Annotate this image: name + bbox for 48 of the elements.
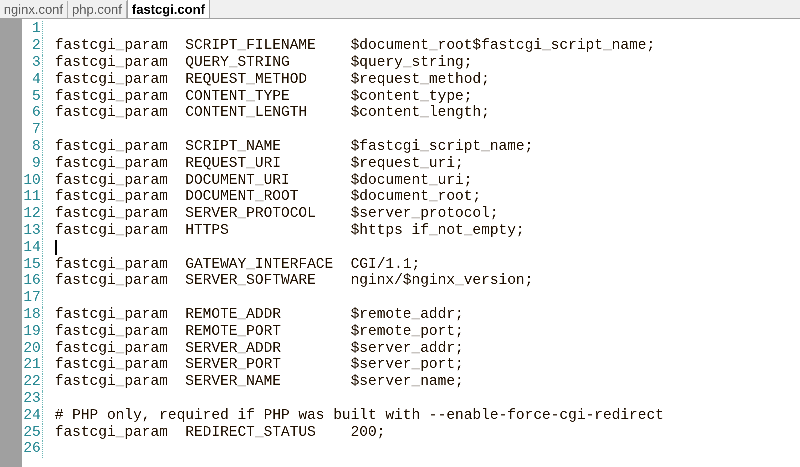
code-line: fastcgi_param REDIRECT_STATUS 200;	[55, 424, 386, 441]
line-number: 2	[31, 38, 41, 54]
code-line: fastcgi_param REQUEST_URI $request_uri;	[55, 156, 464, 172]
line-number: 4	[31, 72, 41, 88]
line-number: 20	[22, 340, 41, 357]
line-number: 15	[22, 256, 41, 273]
line-number: 21	[22, 357, 41, 374]
code-line: fastcgi_param GATEWAY_INTERFACE CGI/1.1;	[55, 256, 420, 273]
line-number: 6	[31, 105, 41, 122]
code-line: fastcgi_param CONTENT_TYPE $content_type;	[55, 88, 473, 105]
file-tab[interactable]: nginx.conf	[0, 1, 68, 18]
code-line: fastcgi_param SCRIPT_NAME $fastcgi_script_name;	[55, 138, 534, 155]
line-number: 13	[22, 222, 41, 239]
code-line: fastcgi_param CONTENT_LENGTH $content_length;	[55, 105, 490, 122]
line-number: 17	[22, 290, 41, 306]
code-line: fastcgi_param SERVER_ADDR $server_addr;	[55, 340, 464, 357]
line-number: 1	[31, 21, 41, 38]
line-number: 16	[22, 273, 41, 290]
code-line: fastcgi_param REMOTE_ADDR $remote_addr;	[55, 306, 464, 323]
line-number: 3	[31, 54, 41, 71]
line-number: 8	[31, 138, 41, 155]
line-number: 9	[31, 156, 41, 172]
line-number: 18	[22, 306, 41, 323]
line-number: 7	[31, 122, 41, 138]
line-number: 5	[31, 88, 41, 105]
code-line: fastcgi_param REMOTE_PORT $remote_port;	[55, 324, 464, 340]
line-number: 10	[22, 172, 41, 189]
code-line: fastcgi_param QUERY_STRING $query_string;	[55, 54, 473, 71]
line-number: 24	[22, 408, 41, 424]
line-number: 19	[22, 324, 41, 340]
file-tab[interactable]: fastcgi.conf	[127, 0, 210, 18]
code-line: fastcgi_param DOCUMENT_ROOT $document_root;	[55, 189, 482, 206]
code-line: fastcgi_param REQUEST_METHOD $request_method;	[55, 72, 490, 88]
code-line: fastcgi_param SERVER_PROTOCOL $server_protocol;	[55, 206, 499, 222]
line-number: 23	[22, 390, 41, 407]
code-line: fastcgi_param SCRIPT_FILENAME $document_root$fastcgi_script_name;	[55, 38, 656, 54]
code-line: # PHP only, required if PHP was built with --enable-force-cgi-redirect	[55, 408, 664, 424]
code-line: fastcgi_param SERVER_PORT $server_port;	[55, 357, 464, 374]
line-number: 25	[22, 424, 41, 441]
line-number: 11	[22, 189, 41, 206]
code-line: fastcgi_param HTTPS $https if_not_empty;	[55, 222, 525, 239]
line-number: 26	[22, 441, 41, 458]
line-number: 12	[22, 206, 41, 222]
code-line: fastcgi_param SERVER_SOFTWARE nginx/$nginx_version;	[55, 273, 534, 290]
code-line: fastcgi_param DOCUMENT_URI $document_uri;	[55, 172, 473, 189]
code-line: fastcgi_param SERVER_NAME $server_name;	[55, 374, 464, 390]
line-number: 14	[22, 240, 41, 256]
line-number: 22	[22, 374, 41, 390]
